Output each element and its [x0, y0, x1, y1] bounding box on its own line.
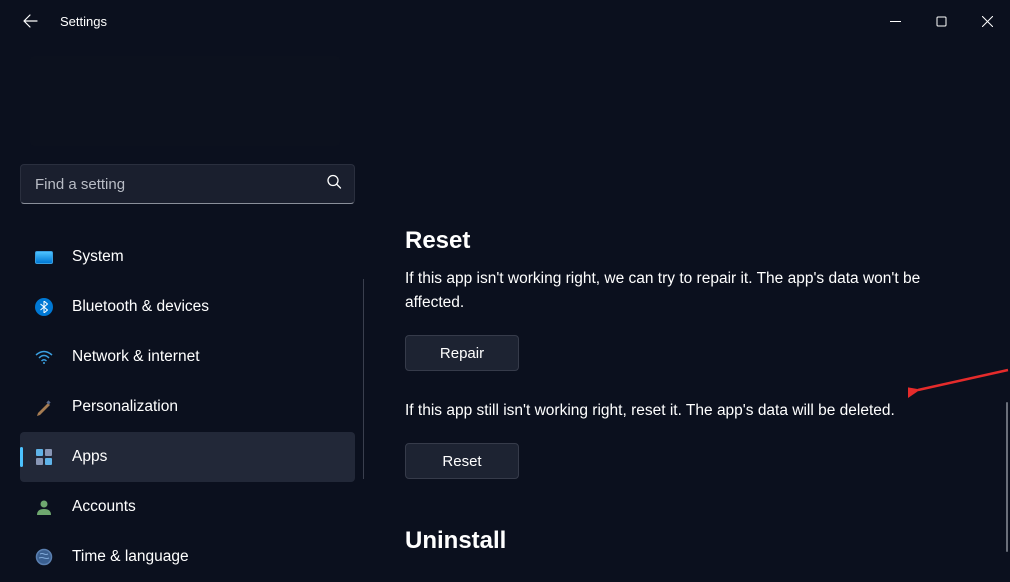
sidebar-item-label: Apps [72, 448, 107, 466]
close-button[interactable] [964, 5, 1010, 37]
scrollbar[interactable] [1006, 402, 1008, 552]
sidebar-item-accounts[interactable]: Accounts [20, 482, 355, 532]
search-icon [326, 174, 342, 195]
repair-button[interactable]: Repair [405, 335, 519, 371]
reset-button[interactable]: Reset [405, 443, 519, 479]
sidebar-item-label: System [72, 248, 124, 266]
sidebar-item-apps[interactable]: Apps [20, 432, 355, 482]
reset-title: Reset [405, 227, 990, 255]
nav-list: System Bluetooth & devices [20, 232, 356, 582]
time-icon [34, 547, 54, 567]
network-icon [34, 347, 54, 367]
sidebar-divider [363, 279, 364, 479]
sidebar-item-personalization[interactable]: Personalization [20, 382, 355, 432]
sidebar-item-label: Personalization [72, 398, 178, 416]
sidebar-item-network[interactable]: Network & internet [20, 332, 355, 382]
titlebar: Settings [0, 0, 1010, 42]
search-input[interactable] [20, 164, 355, 204]
arrow-annotation [908, 366, 1010, 402]
app-title: Settings [60, 14, 107, 29]
sidebar-item-label: Network & internet [72, 348, 200, 366]
sidebar-item-system[interactable]: System [20, 232, 355, 282]
sidebar-item-bluetooth[interactable]: Bluetooth & devices [20, 282, 355, 332]
maximize-button[interactable] [918, 5, 964, 37]
sidebar-item-time[interactable]: Time & language [20, 532, 355, 582]
sidebar: System Bluetooth & devices [0, 42, 370, 582]
accounts-icon [34, 497, 54, 517]
minimize-button[interactable] [872, 5, 918, 37]
bluetooth-icon [34, 297, 54, 317]
search-container [20, 164, 356, 204]
repair-description: If this app isn't working right, we can … [405, 267, 965, 315]
titlebar-left: Settings [22, 13, 107, 29]
window-controls [872, 5, 1010, 37]
system-icon [34, 247, 54, 267]
apps-icon [34, 447, 54, 467]
sidebar-item-label: Time & language [72, 548, 189, 566]
reset-description: If this app still isn't working right, r… [405, 399, 965, 423]
main-content: Reset If this app isn't working right, w… [370, 42, 1010, 582]
uninstall-title: Uninstall [405, 527, 990, 555]
personalization-icon [34, 397, 54, 417]
sidebar-item-label: Accounts [72, 498, 136, 516]
sidebar-item-label: Bluetooth & devices [72, 298, 209, 316]
back-button[interactable] [22, 13, 38, 29]
profile-block [30, 56, 340, 146]
